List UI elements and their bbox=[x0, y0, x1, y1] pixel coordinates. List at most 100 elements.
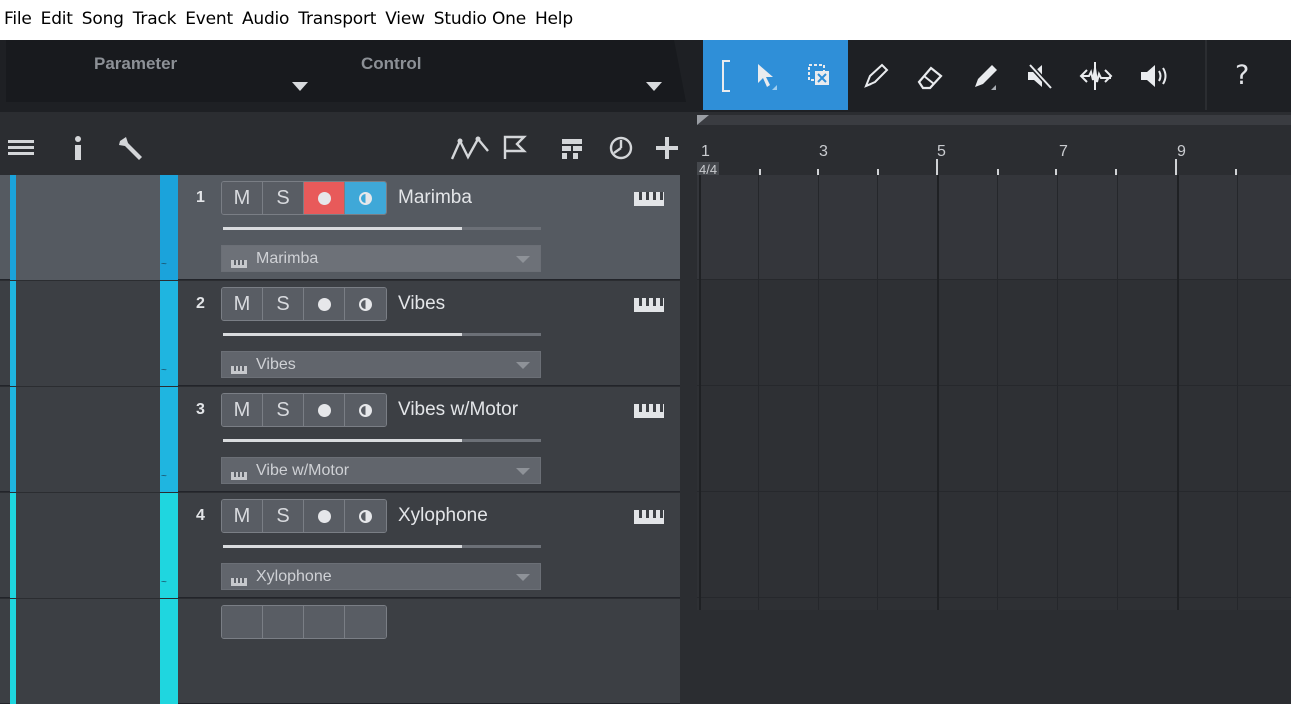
instrument-selector[interactable]: Marimba bbox=[221, 245, 541, 272]
solo-button[interactable] bbox=[263, 606, 304, 638]
inspector-info-icon[interactable] bbox=[72, 135, 84, 166]
solo-button[interactable]: S bbox=[263, 182, 304, 214]
menu-studio-one[interactable]: Studio One bbox=[434, 9, 526, 29]
automation-expand-icon[interactable]: ~ bbox=[161, 259, 167, 270]
record-arm-button[interactable] bbox=[304, 500, 345, 532]
menu-edit[interactable]: Edit bbox=[41, 9, 73, 29]
instrument-dropdown-icon[interactable] bbox=[516, 574, 530, 581]
mute-tool-icon[interactable] bbox=[1022, 58, 1058, 94]
record-icon bbox=[317, 297, 331, 311]
wrench-icon[interactable] bbox=[116, 135, 144, 166]
track-row[interactable]: ~ 1 M S Marimba Marimba bbox=[0, 175, 697, 280]
grid-line bbox=[1177, 175, 1179, 610]
instrument-selector[interactable]: Xylophone bbox=[221, 563, 541, 590]
mute-button[interactable] bbox=[222, 606, 263, 638]
automation-expand-icon[interactable]: ~ bbox=[161, 365, 167, 376]
instrument-keyboard-icon[interactable] bbox=[634, 192, 664, 206]
grid-line bbox=[758, 175, 759, 610]
mute-button[interactable]: M bbox=[222, 500, 263, 532]
track-name[interactable]: Marimba bbox=[398, 187, 472, 209]
track-name[interactable]: Vibes bbox=[398, 293, 445, 315]
menu-view[interactable]: View bbox=[385, 9, 425, 29]
instrument-selector[interactable]: Vibes bbox=[221, 351, 541, 378]
menu-transport[interactable]: Transport bbox=[298, 9, 376, 29]
split-tool-icon[interactable] bbox=[858, 58, 894, 94]
track-list-menu-icon[interactable] bbox=[8, 139, 34, 162]
volume-fader[interactable] bbox=[223, 333, 541, 336]
record-arm-button[interactable] bbox=[304, 394, 345, 426]
monitor-button[interactable] bbox=[345, 182, 386, 214]
volume-fader[interactable] bbox=[223, 545, 541, 548]
track-lane[interactable] bbox=[697, 387, 1291, 492]
eraser-tool-icon[interactable] bbox=[912, 58, 948, 94]
track-expand-area[interactable] bbox=[16, 493, 160, 598]
instrument-keyboard-icon[interactable] bbox=[634, 404, 664, 418]
instrument-keyboard-icon[interactable] bbox=[634, 298, 664, 312]
track-row[interactable]: ~ 2 M S Vibes Vibes bbox=[0, 281, 697, 386]
range-tool-icon[interactable] bbox=[802, 58, 838, 94]
monitor-button[interactable] bbox=[345, 500, 386, 532]
monitor-button[interactable] bbox=[345, 606, 386, 638]
tempo-icon[interactable] bbox=[608, 135, 634, 166]
solo-button[interactable]: S bbox=[263, 288, 304, 320]
track-row[interactable]: ~ 4 M S Xylophone Xylophone bbox=[0, 493, 697, 598]
record-arm-button[interactable] bbox=[304, 288, 345, 320]
menu-bar: File Edit Song Track Event Audio Transpo… bbox=[0, 0, 1291, 40]
track-expand-area[interactable] bbox=[16, 599, 160, 704]
monitor-icon bbox=[359, 191, 372, 205]
arrange-view[interactable] bbox=[697, 175, 1291, 610]
paint-tool-icon[interactable] bbox=[968, 58, 1004, 94]
automation-expand-icon[interactable]: ~ bbox=[161, 471, 167, 482]
arrow-tool-icon[interactable] bbox=[748, 58, 784, 94]
menu-file[interactable]: File bbox=[4, 9, 32, 29]
menu-help[interactable]: Help bbox=[535, 9, 573, 29]
volume-fader[interactable] bbox=[223, 227, 541, 230]
bar-number-5: 5 bbox=[937, 143, 946, 160]
loop-bracket-icon[interactable] bbox=[710, 58, 746, 94]
marker-flag-icon[interactable] bbox=[502, 135, 528, 166]
bend-tool-icon[interactable] bbox=[1078, 58, 1114, 94]
solo-button[interactable]: S bbox=[263, 500, 304, 532]
control-dropdown-icon[interactable] bbox=[646, 82, 662, 91]
mute-button[interactable]: M bbox=[222, 182, 263, 214]
track-color-strip[interactable] bbox=[160, 599, 178, 704]
song-start-marker-icon[interactable] bbox=[697, 115, 711, 127]
solo-button[interactable]: S bbox=[263, 394, 304, 426]
instrument-selector[interactable]: Vibe w/Motor bbox=[221, 457, 541, 484]
parameter-dropdown-icon[interactable] bbox=[292, 82, 308, 91]
menu-event[interactable]: Event bbox=[185, 9, 233, 29]
chord-track-icon[interactable] bbox=[560, 137, 584, 166]
track-row[interactable]: ~ 3 M S Vibes w/Motor Vibe w/Motor bbox=[0, 387, 697, 492]
automation-expand-icon[interactable]: ~ bbox=[161, 577, 167, 588]
add-track-icon[interactable] bbox=[654, 135, 680, 166]
instrument-keyboard-icon[interactable] bbox=[634, 510, 664, 524]
monitor-button[interactable] bbox=[345, 288, 386, 320]
track-lane[interactable] bbox=[697, 175, 1291, 280]
mute-button[interactable]: M bbox=[222, 288, 263, 320]
record-arm-button[interactable] bbox=[304, 606, 345, 638]
instrument-dropdown-icon[interactable] bbox=[516, 362, 530, 369]
help-button[interactable]: ? bbox=[1235, 60, 1249, 91]
track-number: 4 bbox=[196, 507, 205, 524]
track-name[interactable]: Vibes w/Motor bbox=[398, 399, 518, 421]
instrument-dropdown-icon[interactable] bbox=[516, 468, 530, 475]
track-expand-area[interactable] bbox=[16, 281, 160, 386]
track-name[interactable]: Xylophone bbox=[398, 505, 488, 527]
menu-track[interactable]: Track bbox=[133, 9, 177, 29]
automation-icon[interactable] bbox=[450, 135, 490, 166]
track-row[interactable] bbox=[0, 599, 697, 704]
menu-song[interactable]: Song bbox=[82, 9, 124, 29]
instrument-dropdown-icon[interactable] bbox=[516, 256, 530, 263]
record-arm-button[interactable] bbox=[304, 182, 345, 214]
track-expand-area[interactable] bbox=[16, 175, 160, 280]
mute-button[interactable]: M bbox=[222, 394, 263, 426]
track-lane[interactable] bbox=[697, 281, 1291, 386]
control-label: Control bbox=[361, 54, 422, 73]
timeline-ruler[interactable]: 1 3 5 7 9 4/4 bbox=[697, 115, 1291, 177]
track-expand-area[interactable] bbox=[16, 387, 160, 492]
menu-audio[interactable]: Audio bbox=[242, 9, 290, 29]
track-lane[interactable] bbox=[697, 493, 1291, 598]
volume-fader[interactable] bbox=[223, 439, 541, 442]
monitor-button[interactable] bbox=[345, 394, 386, 426]
listen-tool-icon[interactable] bbox=[1136, 58, 1172, 94]
